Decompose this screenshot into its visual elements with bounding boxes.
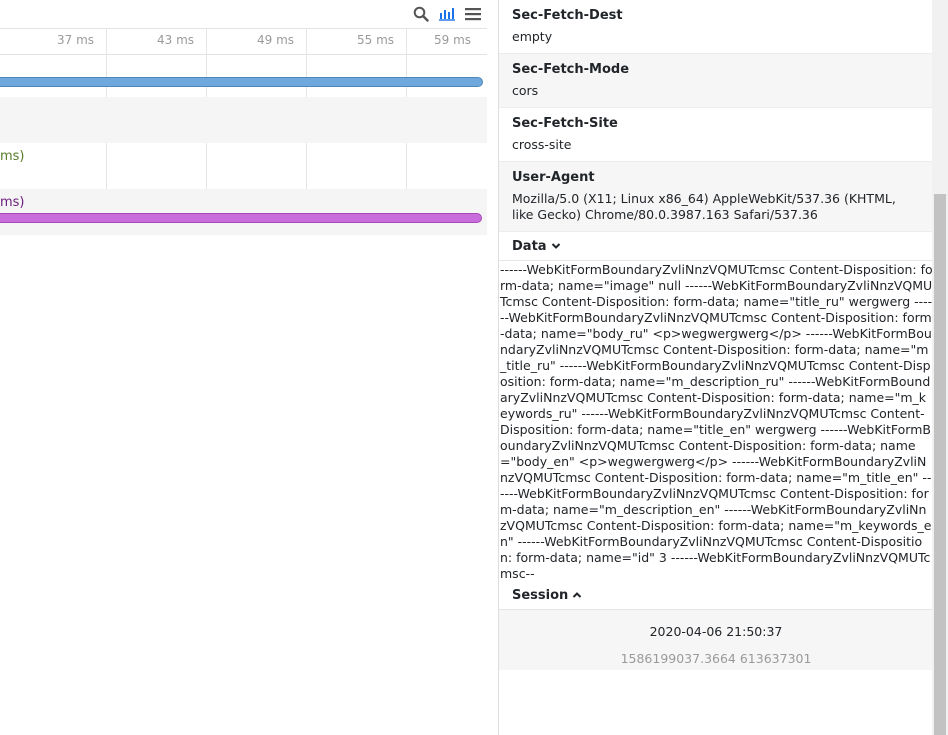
header-value: empty — [512, 29, 553, 44]
header-row: Sec-Fetch-Mode cors — [499, 54, 933, 108]
session-section-toggle[interactable]: Session — [499, 582, 933, 609]
header-row: Sec-Fetch-Site cross-site — [499, 108, 933, 162]
session-body: 2020-04-06 21:50:37 1586199037.3664 6136… — [499, 609, 933, 670]
data-section-toggle[interactable]: Data — [499, 232, 933, 261]
session-section-title: Session — [512, 588, 569, 603]
time-axis: 37 ms 43 ms 49 ms 55 ms 59 ms — [0, 28, 487, 55]
header-name: Sec-Fetch-Site — [512, 116, 618, 131]
chevron-down-icon — [551, 239, 561, 254]
request-details-panel: Sec-Fetch-Dest empty Sec-Fetch-Mode cors… — [498, 0, 933, 735]
timeline-row-label: ms) — [0, 149, 25, 164]
timeline-bar[interactable] — [0, 77, 483, 87]
header-value: cross-site — [512, 137, 572, 152]
axis-tick: 49 ms — [257, 33, 295, 47]
header-name: Sec-Fetch-Dest — [512, 8, 623, 23]
session-date: 2020-04-06 21:50:37 — [649, 624, 783, 639]
chevron-up-icon — [572, 588, 582, 603]
scrollbar-thumb[interactable] — [934, 194, 946, 735]
timeline-row[interactable] — [0, 54, 487, 100]
timeline-row[interactable] — [0, 97, 487, 143]
timeline-bar[interactable] — [0, 213, 482, 223]
search-icon[interactable] — [413, 6, 429, 22]
timeline-row[interactable]: ms) — [0, 189, 487, 235]
session-timestamp: 1586199037.3664 613637301 — [620, 651, 812, 666]
header-name: User-Agent — [512, 170, 595, 185]
header-value: Mozilla/5.0 (X11; Linux x86_64) AppleWeb… — [512, 191, 896, 222]
axis-tick: 55 ms — [357, 33, 395, 47]
header-row: User-Agent Mozilla/5.0 (X11; Linux x86_6… — [499, 162, 933, 232]
request-body-text: ------WebKitFormBoundaryZvliNnzVQMUTcmsc… — [500, 262, 933, 581]
header-value: cors — [512, 83, 539, 98]
header-row: Sec-Fetch-Dest empty — [499, 0, 933, 54]
timeline-row[interactable]: ms) — [0, 143, 487, 189]
timeline-toolbar — [413, 4, 481, 24]
timeline-panel: 37 ms 43 ms 49 ms 55 ms 59 ms ms) ms) — [0, 0, 487, 735]
hamburger-menu-icon[interactable] — [465, 7, 481, 21]
data-section-title: Data — [512, 239, 547, 254]
timeline-row-label: ms) — [0, 195, 25, 210]
axis-tick: 43 ms — [157, 33, 195, 47]
axis-tick: 37 ms — [57, 33, 95, 47]
bar-chart-icon[interactable] — [439, 7, 455, 21]
vertical-scrollbar[interactable] — [932, 0, 948, 735]
axis-tick: 59 ms — [434, 33, 472, 47]
header-name: Sec-Fetch-Mode — [512, 62, 630, 77]
